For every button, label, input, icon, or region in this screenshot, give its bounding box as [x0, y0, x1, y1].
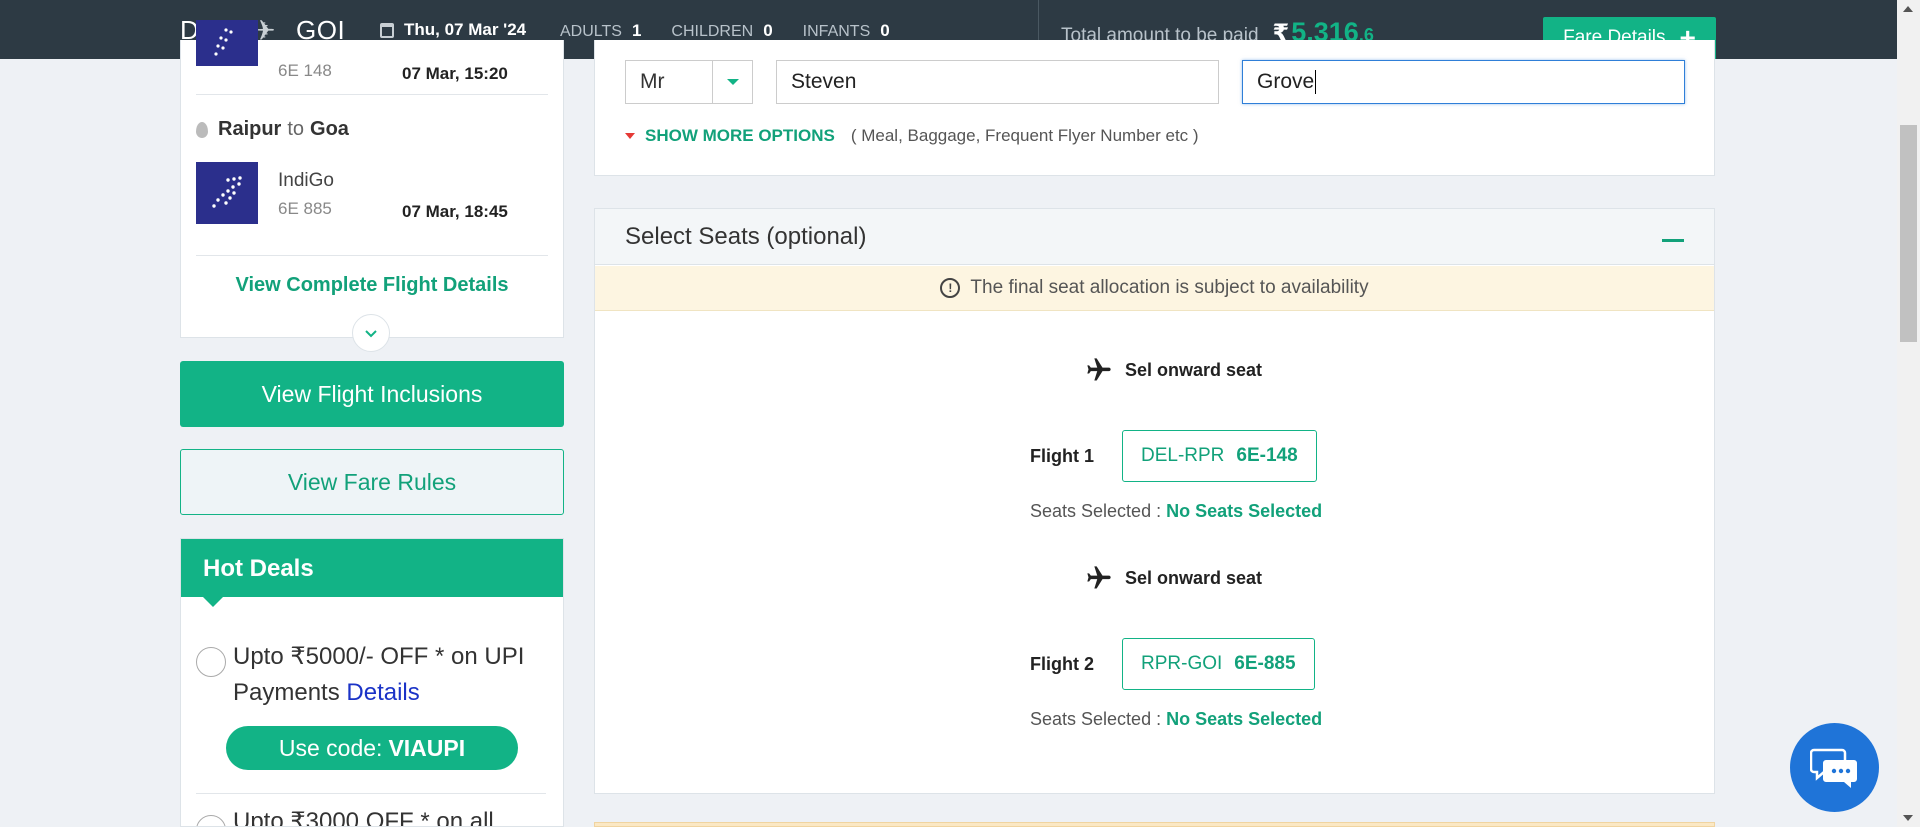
segment2-flight-label: Flight 2	[1030, 653, 1094, 674]
scrollbar-thumb[interactable]	[1900, 125, 1917, 342]
flight1-code: 6E 148	[278, 61, 332, 80]
deal2-radio[interactable]	[196, 815, 226, 826]
segment2-seat-button[interactable]: RPR-GOI 6E-885	[1122, 638, 1315, 690]
hot-deals-notch	[203, 597, 223, 607]
seat-allocation-notice: ! The final seat allocation is subject t…	[595, 266, 1714, 311]
select-seats-card: Select Seats (optional) ! The final seat…	[594, 208, 1715, 794]
last-name-input[interactable]: Grove	[1242, 60, 1685, 104]
children-count: CHILDREN 0	[671, 21, 773, 40]
travel-date: Thu, 07 Mar '24	[380, 20, 526, 40]
divider	[196, 94, 548, 95]
passenger-counts: ADULTS 1 CHILDREN 0 INFANTS 0	[560, 21, 890, 41]
view-flight-details-link[interactable]: View Complete Flight Details	[181, 274, 563, 297]
deal1-details-link[interactable]: Details	[346, 679, 419, 706]
indigo-logo	[196, 20, 258, 66]
indigo-logo	[196, 162, 258, 224]
next-section-edge	[594, 822, 1715, 827]
chat-bubble-icon	[1809, 748, 1857, 788]
plane-icon	[1087, 566, 1111, 589]
deal2-description: Upto ₹3000 OFF * on all	[233, 808, 494, 827]
title-select[interactable]: Mr	[625, 60, 753, 104]
collapse-icon[interactable]	[1662, 239, 1684, 242]
deal1-description: Upto ₹5000/- OFF * on UPI Payments Detai…	[233, 643, 525, 706]
show-more-options[interactable]: SHOW MORE OPTIONS ( Meal, Baggage, Frequ…	[625, 126, 1199, 146]
leg2-route: Raipur to Goa	[196, 118, 349, 141]
adults-count: ADULTS 1	[560, 21, 642, 40]
divider	[196, 255, 548, 256]
infants-count: INFANTS 0	[802, 21, 890, 40]
segment2-heading: Sel onward seat	[1085, 564, 1262, 592]
flight2-code: 6E 885	[278, 199, 332, 218]
segment1-row: Flight 1 DEL-RPR 6E-148	[1030, 430, 1317, 482]
plane-icon	[1087, 358, 1111, 381]
deal1-code-pill: Use code: VIAUPI	[226, 726, 518, 770]
flight2-airline: IndiGo	[278, 170, 334, 191]
scroll-down-icon[interactable]	[1903, 815, 1913, 821]
segment1-heading: Sel onward seat	[1085, 356, 1262, 384]
segment1-seat-button[interactable]: DEL-RPR 6E-148	[1122, 430, 1317, 482]
expand-itinerary-button[interactable]	[352, 314, 390, 352]
segment1-seat-status: Seats Selected : No Seats Selected	[1030, 501, 1323, 521]
text-cursor	[1315, 70, 1317, 94]
seats-section-title: Select Seats (optional)	[625, 223, 867, 250]
travel-date-text: Thu, 07 Mar '24	[404, 20, 527, 39]
info-icon: !	[940, 278, 961, 298]
hot-deals-title: Hot Deals	[181, 539, 563, 597]
flight1-time: 07 Mar, 15:20	[402, 64, 508, 83]
deal1-radio[interactable]	[196, 647, 226, 677]
flight2-time: 07 Mar, 18:45	[402, 202, 508, 221]
scroll-up-icon[interactable]	[1903, 6, 1913, 12]
first-name-input[interactable]: Steven	[776, 60, 1219, 104]
itinerary-card: 6E 148 07 Mar, 15:20 Raipur to Goa IndiG…	[180, 20, 564, 338]
location-pin-icon	[196, 121, 208, 138]
show-more-options-label: SHOW MORE OPTIONS	[645, 126, 835, 145]
hot-deals-panel: Hot Deals Upto ₹5000/- OFF * on UPI Paym…	[180, 538, 564, 827]
passenger-details-card: Mr Steven Grove SHOW MORE OPTIONS ( Meal…	[594, 40, 1715, 176]
chevron-down-icon	[365, 330, 377, 338]
page-scrollbar[interactable]	[1897, 0, 1920, 827]
segment1-flight-label: Flight 1	[1030, 445, 1094, 466]
dropdown-arrow-icon	[712, 61, 752, 103]
show-more-options-hint: ( Meal, Baggage, Frequent Flyer Number e…	[850, 126, 1199, 145]
chat-button[interactable]	[1790, 723, 1879, 812]
seats-header[interactable]: Select Seats (optional)	[595, 209, 1714, 265]
view-fare-rules-button[interactable]: View Fare Rules	[180, 449, 564, 515]
view-flight-inclusions-button[interactable]: View Flight Inclusions	[180, 361, 564, 427]
calendar-icon	[380, 22, 394, 38]
segment2-seat-status: Seats Selected : No Seats Selected	[1030, 709, 1323, 729]
segment2-row: Flight 2 RPR-GOI 6E-885	[1030, 638, 1315, 690]
divider	[196, 793, 546, 794]
triangle-down-icon	[625, 133, 635, 139]
